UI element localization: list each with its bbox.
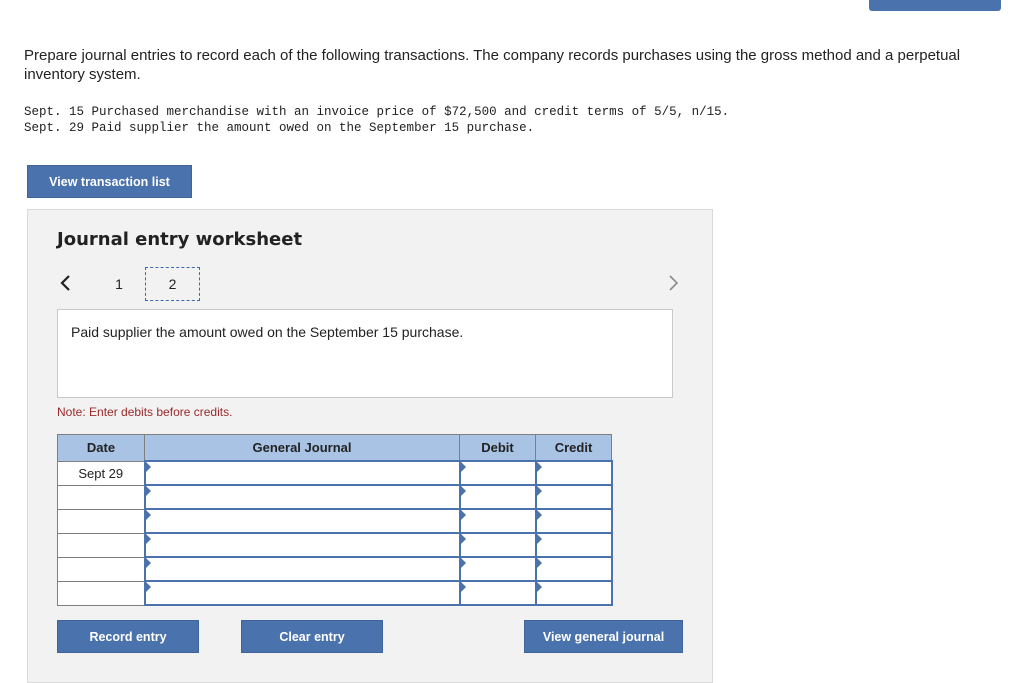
journal-table: Date General Journal Debit Credit Sept 2… [57,434,613,606]
credit-input[interactable] [534,556,613,582]
credit-input[interactable] [534,460,613,486]
account-input[interactable] [143,580,461,606]
transaction-line: Sept. 15 Purchased merchandise with an i… [24,105,730,119]
column-header-general-journal: General Journal [144,434,460,462]
worksheet-page-1[interactable]: 1 [108,274,130,294]
account-input[interactable] [143,556,461,582]
column-header-credit: Credit [535,434,612,462]
date-cell [57,508,145,534]
date-cell [57,556,145,582]
top-action-button[interactable] [869,0,1001,11]
debit-input[interactable] [458,532,537,558]
date-cell [57,484,145,510]
account-input[interactable] [143,460,461,486]
credit-input[interactable] [534,508,613,534]
column-header-debit: Debit [459,434,536,462]
instructions-text: Prepare journal entries to record each o… [24,47,961,83]
transaction-list: Sept. 15 Purchased merchandise with an i… [24,104,729,136]
view-general-journal-button[interactable]: View general journal [524,620,683,653]
worksheet-page-2[interactable]: 2 [145,267,200,301]
account-input[interactable] [143,532,461,558]
chevron-right-icon[interactable] [666,273,680,293]
account-input[interactable] [143,484,461,510]
account-input[interactable] [143,508,461,534]
worksheet-title: Journal entry worksheet [57,229,303,250]
table-row [57,556,613,582]
credit-input[interactable] [534,580,613,606]
credit-input[interactable] [534,484,613,510]
debit-input[interactable] [458,580,537,606]
entry-note: Note: Enter debits before credits. [57,405,233,419]
debit-input[interactable] [458,556,537,582]
table-row [57,508,613,534]
table-row [57,484,613,510]
date-cell [57,532,145,558]
transaction-description-box [57,309,673,398]
date-cell: Sept 29 [57,460,145,486]
transaction-line: Sept. 29 Paid supplier the amount owed o… [24,121,535,135]
column-header-date: Date [57,434,145,462]
transaction-description: Paid supplier the amount owed on the Sep… [71,324,464,340]
credit-input[interactable] [534,532,613,558]
clear-entry-button[interactable]: Clear entry [241,620,383,653]
debit-input[interactable] [458,460,537,486]
journal-header-row: Date General Journal Debit Credit [57,434,612,462]
view-transaction-list-button[interactable]: View transaction list [27,165,192,198]
record-entry-button[interactable]: Record entry [57,620,199,653]
table-row [57,580,613,606]
debit-input[interactable] [458,484,537,510]
debit-input[interactable] [458,508,537,534]
table-row: Sept 29 [57,460,613,486]
table-row [57,532,613,558]
chevron-left-icon[interactable] [59,273,73,293]
date-cell [57,580,145,606]
